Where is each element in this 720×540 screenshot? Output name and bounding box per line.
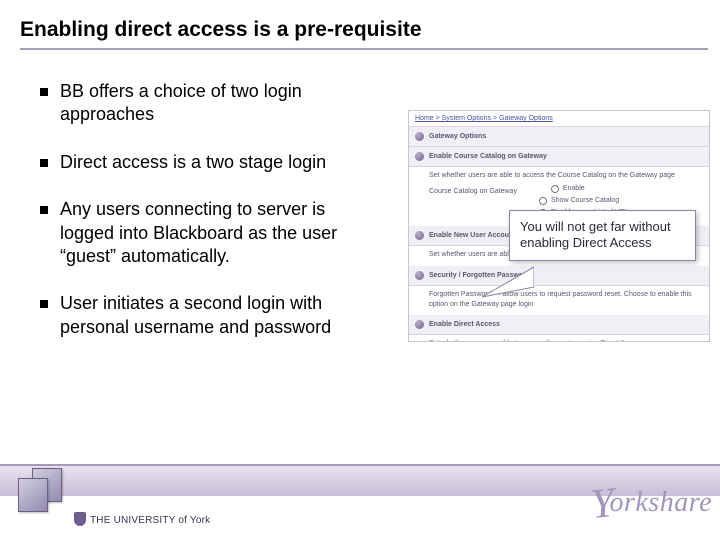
bullet-text: BB offers a choice of two login approach… (60, 80, 370, 127)
title-underline (20, 48, 708, 50)
radio-icon (551, 185, 559, 193)
brand-rest: orkshare (609, 487, 712, 518)
section-desc: Set whether users are able to access the… (429, 171, 701, 181)
brand-initial: Y (588, 479, 617, 529)
radio-label: Enable (563, 184, 585, 194)
radio-label: Show Course Catalog (551, 196, 619, 206)
shield-icon (74, 512, 86, 526)
dot-icon (415, 132, 424, 141)
callout-box: You will not get far without enabling Di… (509, 210, 696, 261)
breadcrumb: Home > System Options > Gateway Options (409, 111, 709, 127)
dot-icon (415, 152, 424, 161)
bullet-square-icon (40, 159, 48, 167)
brand-logo: Yorkshare (591, 474, 712, 522)
section-body: Forgotten Password — allow users to requ… (409, 286, 709, 316)
university-logo: THE UNIVERSITY of York (74, 512, 210, 526)
section-header: Security / Forgotten Password (409, 266, 709, 286)
bullet-square-icon (40, 88, 48, 96)
list-item: User initiates a second login with perso… (40, 292, 370, 339)
university-name: THE UNIVERSITY of York (90, 515, 210, 526)
section-title: Security / Forgotten Password (429, 272, 530, 279)
bullet-text: Any users connecting to server is logged… (60, 198, 370, 268)
section-body: Set whether users are able to access the… (409, 335, 709, 342)
section-desc: Forgotten Password — allow users to requ… (429, 291, 692, 308)
section-title: Enable Course Catalog on Gateway (429, 153, 547, 160)
section-header: Gateway Options (409, 127, 709, 147)
dot-icon (415, 320, 424, 329)
section-title: Enable Direct Access (429, 321, 500, 328)
callout-text: You will not get far without enabling Di… (520, 219, 671, 250)
section-title: Gateway Options (429, 133, 486, 140)
bullet-text: Direct access is a two stage login (60, 151, 326, 174)
slide-title: Enabling direct access is a pre-requisit… (20, 18, 422, 42)
dot-icon (415, 271, 424, 280)
list-item: BB offers a choice of two login approach… (40, 80, 370, 127)
field-label: Course Catalog on Gateway (429, 188, 517, 195)
server-icon (14, 460, 66, 512)
bullet-square-icon (40, 206, 48, 214)
bullet-square-icon (40, 300, 48, 308)
section-desc: Set whether users are able to access the… (429, 340, 645, 342)
field-row: Course Catalog on Gateway Enable (429, 184, 701, 197)
dot-icon (415, 231, 424, 240)
section-header: Enable Direct Access (409, 315, 709, 335)
list-item: Direct access is a two stage login (40, 151, 370, 174)
list-item: Any users connecting to server is logged… (40, 198, 370, 268)
radio-icon (539, 197, 547, 205)
bullet-text: User initiates a second login with perso… (60, 292, 370, 339)
section-header: Enable Course Catalog on Gateway (409, 147, 709, 167)
bullet-list: BB offers a choice of two login approach… (40, 80, 370, 363)
